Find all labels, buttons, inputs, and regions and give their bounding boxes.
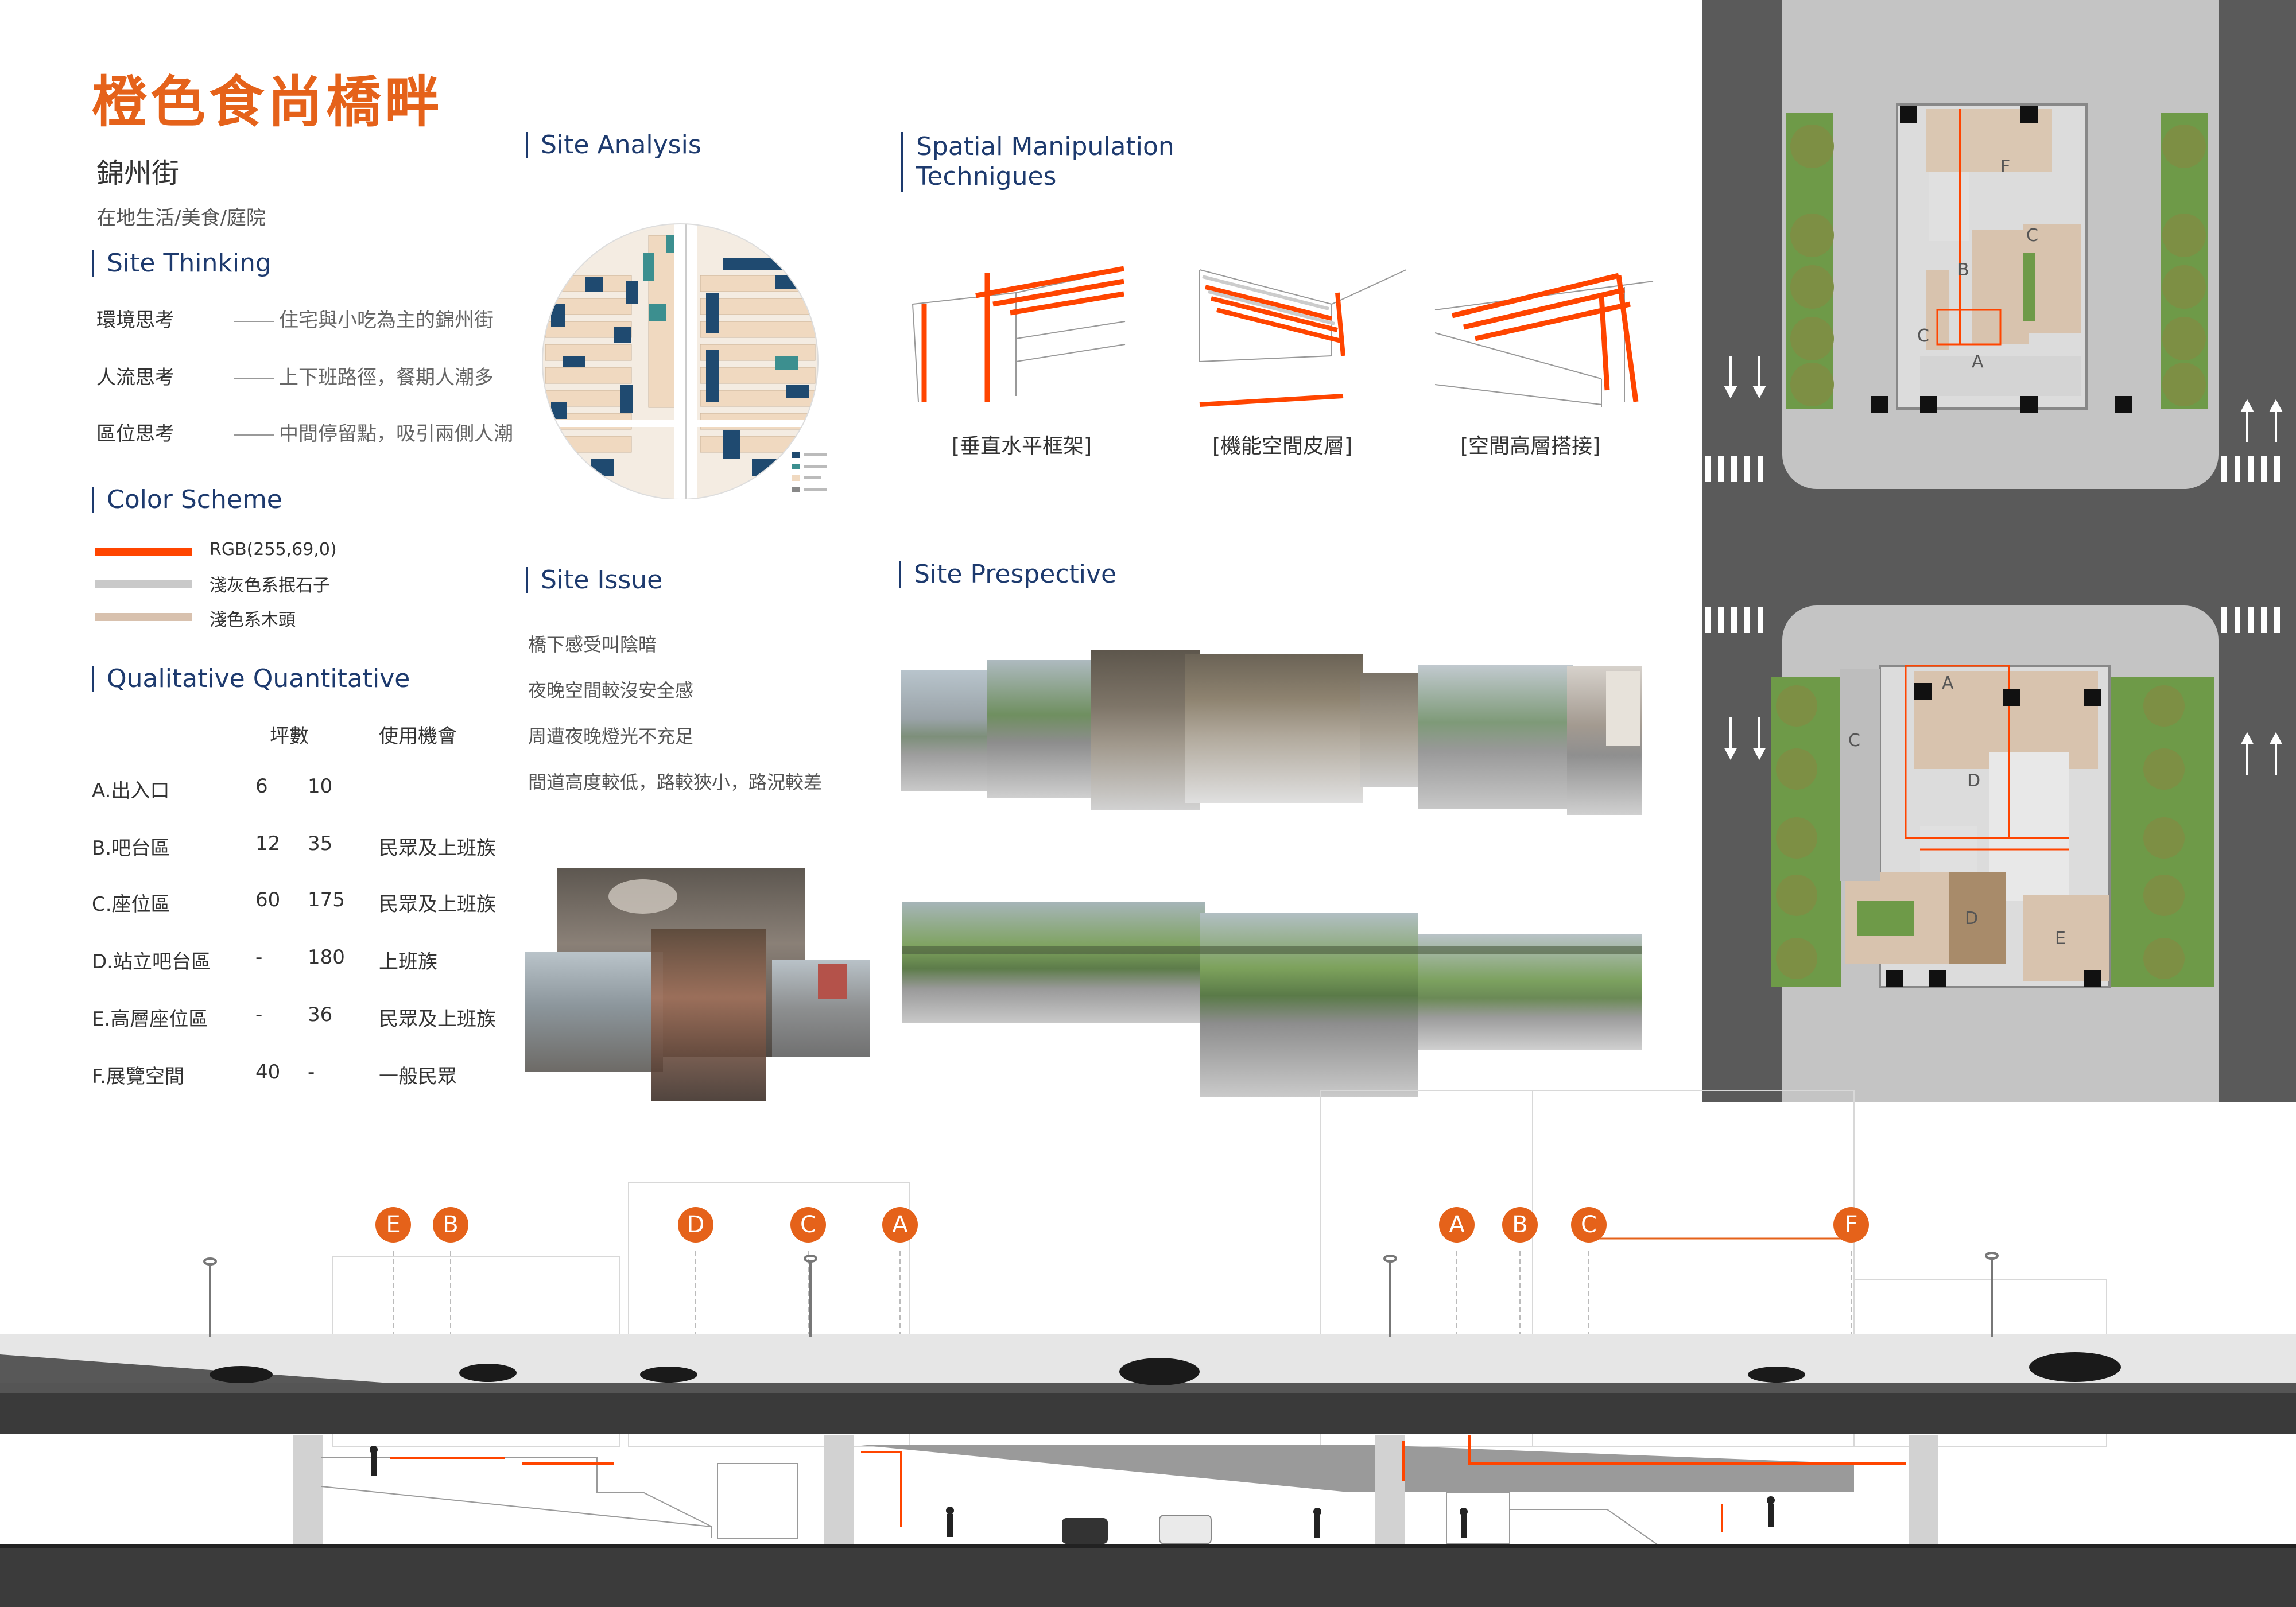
swatch-label: 淺色系木頭 [210,610,296,630]
section-marker: A [1439,1207,1475,1243]
perspective-photo [1185,654,1363,804]
building-face [1606,671,1640,746]
heading-site-thinking: Site Thinking [92,250,272,277]
table-cell-a: 40 [255,1061,281,1084]
table-cell-use: 一般民眾 [379,1065,457,1088]
heading-site-perspective: Site Prespective [899,561,1116,588]
section-marker: F [1833,1207,1869,1243]
section-marker: C [1571,1207,1607,1243]
plan-label-c: C [2026,226,2038,246]
table-cell-a: 60 [255,888,281,911]
page-title: 橙色食尚橋畔 [92,70,443,134]
heading-qualitative: Qualitative Quantitative [92,666,410,692]
table-cell-a: 12 [255,832,281,855]
thinking-key: 區位思考 [96,422,174,445]
table-cell-use: 上班族 [379,950,437,973]
plan-label-c: C [1848,731,1860,751]
table-cell-use: 民眾及上班族 [379,837,496,860]
table-cell-a: - [255,946,263,969]
thinking-key: 人流思考 [96,366,174,389]
technique-label: [空間高層搭接] [1460,434,1601,458]
plan-label-f: F [2000,157,2010,177]
traffic-photo [525,952,663,1072]
section-marker: B [1502,1207,1538,1243]
thinking-value: 中間停留點，吸引兩側人潮 [279,422,513,445]
heading-spatial-line2: Technigues [916,162,1057,191]
table-cell-b: 10 [308,775,333,798]
technique-label: [機能空間皮層] [1212,434,1353,458]
table-cell-use: 民眾及上班族 [379,1008,496,1031]
plan-label-e: E [2055,929,2066,949]
heading-site-issue: Site Issue [526,567,662,593]
plan-label-a: A [1972,352,1984,372]
night-market-photo [651,929,766,1101]
table-cell-a: - [255,1003,263,1026]
perspective-photo [1200,913,1418,1097]
swatch-label: 淺灰色系抿石子 [210,576,330,596]
plan-label-c2: C [1917,326,1929,346]
issue-item: 橋下感受叫陰暗 [528,634,657,655]
perspective-photo [987,660,1091,798]
thinking-value: 上下班路徑，餐期人潮多 [279,366,494,389]
section-marker: A [882,1207,918,1243]
table-cell-name: D.站立吧台區 [92,950,211,973]
thinking-row: 環境思考 住宅與小吃為主的錦州街 [96,304,494,332]
perspective-photo [1360,673,1424,787]
table-cell-name: E.高層座位區 [92,1008,208,1031]
swatch-label: RGB(255,69,0) [210,539,337,560]
heading-spatial: Spatial Manipulation Technigues [901,132,1174,192]
section-marker: E [375,1207,411,1243]
issue-item: 間道高度較低，路較狹小，路況較差 [528,771,823,793]
table-cell-use: 民眾及上班族 [379,893,496,916]
cave-light [608,879,677,914]
technique-label: [垂直水平框架] [952,434,1092,458]
site-analysis-map [542,223,827,499]
section-marker: B [433,1207,468,1243]
perspective-photo [1418,665,1573,809]
swatch-wood [95,613,192,621]
thinking-row: 區位思考 中間停留點，吸引兩側人潮 [96,418,513,446]
table-cell-name: A.出入口 [92,779,170,802]
bridge-deck-photo [902,946,1642,954]
table-cell-name: F.展覽空間 [92,1065,184,1088]
table-cell-name: B.吧台區 [92,837,170,860]
plan-label-d2: D [1965,909,1978,929]
table-cell-a: 6 [255,775,268,798]
swatch-gray [95,580,192,588]
plan-label-a: A [1942,673,1954,693]
table-header: 坪數 [270,725,309,748]
heading-color-scheme: Color Scheme [92,487,282,513]
long-section [0,1090,2296,1607]
perspective-photo [902,902,1205,1023]
issue-item: 周遭夜晚燈光不充足 [528,725,694,747]
thinking-row: 人流思考 上下班路徑，餐期人潮多 [96,362,494,390]
section-marker: D [678,1207,713,1243]
street-name: 錦州街 [96,157,180,189]
table-cell-b: - [308,1061,315,1084]
table-cell-name: C.座位區 [92,893,170,916]
technique-bridge-diagram [1434,273,1654,407]
heading-site-analysis: Site Analysis [526,132,701,158]
swatch-orange [95,548,192,556]
technique-skin-diagram [1199,269,1407,407]
table-cell-b: 175 [308,888,345,911]
plan-label-b: B [1957,260,1969,280]
table-header: 使用機會 [379,725,457,748]
heading-spatial-line1: Spatial Manipulation [916,132,1174,161]
billboard [818,964,847,999]
thinking-key: 環境思考 [96,309,174,332]
issue-item: 夜晚空間較沒安全感 [528,680,694,701]
thinking-value: 住宅與小吃為主的錦州街 [279,309,494,332]
table-cell-b: 180 [308,946,345,969]
plan-label-d: D [1967,771,1980,791]
technique-frame-diagram [912,266,1126,402]
section-marker: C [790,1207,826,1243]
floor-plans: F C B C A A C D D E [1702,0,2296,1102]
table-cell-b: 36 [308,1003,333,1026]
site-tags: 在地生活/美食/庭院 [96,207,266,230]
table-cell-b: 35 [308,832,333,855]
perspective-photo [1091,650,1200,810]
